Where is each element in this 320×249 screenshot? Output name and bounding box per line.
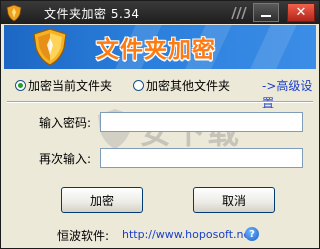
cancel-button[interactable]: 取消 — [193, 187, 275, 213]
separator — [7, 101, 313, 103]
app-shield-icon — [6, 4, 22, 22]
confirm-password-label: 再次输入: — [39, 152, 92, 166]
radio-label: 加密其他文件夹 — [146, 79, 231, 93]
radio-encrypt-current[interactable]: 加密当前文件夹 — [15, 77, 112, 94]
window-title: 文件夹加密 5.34 — [44, 7, 140, 21]
minimize-button[interactable] — [253, 3, 279, 22]
app-window: 文件夹加密 5.34 ✕ 文件夹加密 加密当前文件夹 加密其他文件夹 ->高级设… — [0, 0, 320, 249]
help-icon[interactable]: ? — [245, 227, 259, 241]
vendor-label: 恒波软件: — [57, 229, 110, 243]
radio-unchecked-icon — [133, 80, 144, 91]
radio-checked-icon — [15, 80, 26, 91]
password-label: 输入密码: — [39, 116, 92, 130]
close-icon: ✕ — [295, 5, 307, 20]
close-button[interactable]: ✕ — [287, 3, 315, 22]
confirm-password-field[interactable] — [100, 148, 303, 168]
encrypt-button[interactable]: 加密 — [61, 187, 143, 213]
minimize-icon — [261, 15, 271, 17]
advanced-settings-link[interactable]: ->高级设置 — [262, 77, 315, 111]
footer: 恒波软件: http://www.hoposoft.net ? — [1, 225, 319, 245]
vendor-url-link[interactable]: http://www.hoposoft.net — [122, 228, 255, 241]
banner-stripe — [242, 25, 302, 69]
radio-label: 加密当前文件夹 — [28, 79, 113, 93]
encrypt-button-label: 加密 — [89, 193, 114, 208]
title-stripes-icon — [231, 7, 247, 19]
shield-icon — [33, 28, 67, 66]
header-banner: 文件夹加密 — [4, 25, 316, 69]
banner-title: 文件夹加密 — [96, 37, 216, 63]
mode-selector: 加密当前文件夹 加密其他文件夹 ->高级设置 — [15, 77, 315, 110]
cancel-button-label: 取消 — [221, 193, 246, 208]
radio-encrypt-other[interactable]: 加密其他文件夹 — [133, 77, 230, 94]
password-field[interactable] — [100, 112, 303, 132]
title-bar[interactable]: 文件夹加密 5.34 ✕ — [1, 1, 319, 24]
